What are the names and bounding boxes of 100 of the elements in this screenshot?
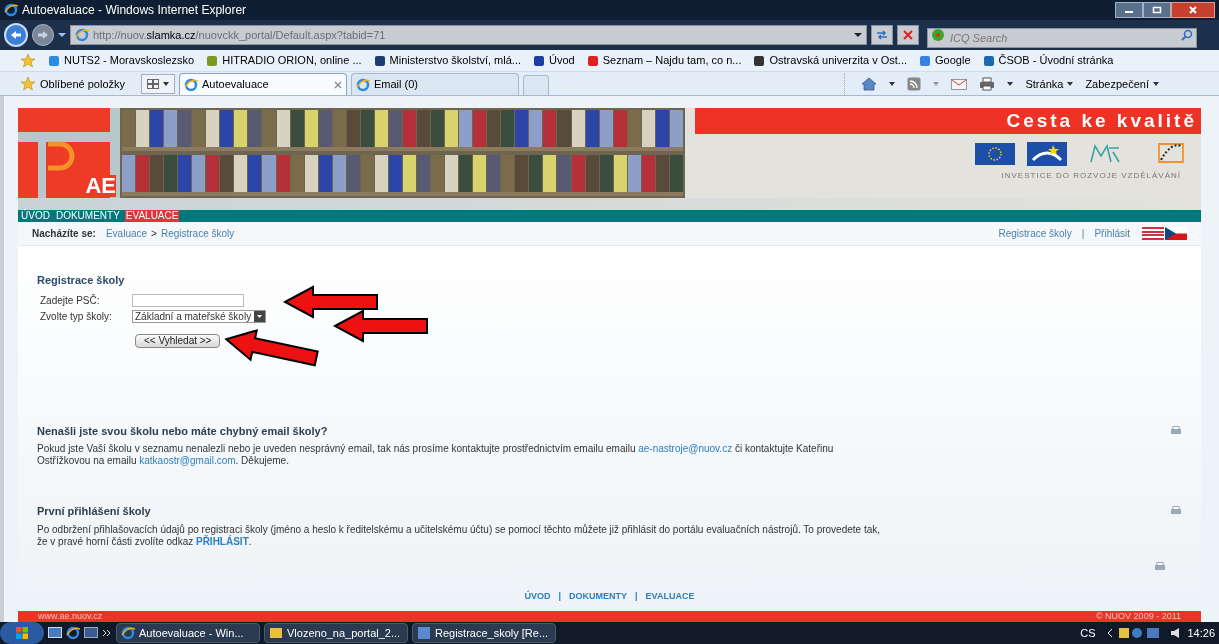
favorite-link[interactable]: HITRADIO ORION, online ... <box>206 52 362 69</box>
close-icon <box>334 80 342 89</box>
slogan-text: Cesta ke kvalitě <box>1006 108 1197 133</box>
favorite-link[interactable]: NUTS2 - Moravskoslezsko <box>48 52 195 69</box>
browser-icon <box>184 77 198 92</box>
printer-icon <box>1154 561 1166 572</box>
site-icon <box>373 54 386 67</box>
site-icon <box>919 54 932 67</box>
minimize-button[interactable] <box>1115 2 1143 18</box>
taskbar-button[interactable]: Vlozeno_na_portal_2... <box>264 623 408 643</box>
maximize-button[interactable] <box>1143 2 1171 18</box>
browser-tab[interactable]: Email (0) <box>351 73 519 95</box>
home-icon <box>861 77 878 91</box>
dropdown-caret-icon <box>58 32 66 38</box>
registration-link[interactable]: Registrace školy <box>998 226 1072 241</box>
command-menu[interactable]: Stránka <box>1025 75 1074 93</box>
browser-icon <box>121 626 135 640</box>
nav-link[interactable]: EVALUACE <box>124 210 180 222</box>
english-language-flag[interactable] <box>1142 227 1164 240</box>
caret-icon <box>1007 82 1014 86</box>
breadcrumb-link[interactable]: Registrace školy <box>160 226 235 241</box>
section-title: Nenašli jste svou školu nebo máte chybný email školy? <box>37 423 329 439</box>
quick-tabs-button[interactable] <box>141 74 175 94</box>
maximize-icon <box>1152 6 1162 14</box>
start-button[interactable] <box>0 622 44 644</box>
logo-text: AE <box>85 175 116 197</box>
dropdown-caret-icon <box>854 32 862 38</box>
mail-icon <box>951 78 968 90</box>
stop-icon <box>903 30 913 40</box>
speaker-icon <box>1171 628 1180 638</box>
forward-button[interactable] <box>32 24 54 46</box>
czech-language-flag[interactable] <box>1165 227 1187 240</box>
field-label: Zvolte typ školy: <box>40 310 113 324</box>
flower-icon <box>931 28 945 42</box>
footer-link[interactable]: ÚVOD <box>524 589 551 603</box>
search-field[interactable]: ICQ Search <box>927 28 1197 48</box>
eu-flag-icon <box>975 143 1015 165</box>
favorite-link[interactable]: Google <box>919 52 971 69</box>
site-icon <box>753 54 766 67</box>
search-icon <box>1181 29 1193 41</box>
chevron-icon <box>102 629 112 637</box>
taskbar-button[interactable]: Autoevaluace - Win... <box>116 623 260 643</box>
copyright-text: © NUOV 2009 - 2011 <box>1096 609 1181 622</box>
footer-link[interactable]: EVALUACE <box>645 589 695 603</box>
language-indicator: CS <box>1080 625 1096 641</box>
refresh-button[interactable] <box>871 25 893 45</box>
login-link[interactable]: PŘIHLÁSIT <box>195 535 249 547</box>
printer-icon <box>1170 506 1182 517</box>
site-icon <box>982 54 995 67</box>
windows-logo-icon <box>15 626 29 640</box>
breadcrumb-link[interactable]: Evaluace <box>105 226 148 241</box>
form-title: Registrace školy <box>37 273 126 288</box>
favorite-link[interactable]: Ministerstvo školství, mlá... <box>373 52 521 69</box>
email-link[interactable]: katkaostr@gmail.com <box>139 455 236 466</box>
desktop-icon <box>48 627 62 639</box>
favorite-link[interactable]: Seznam – Najdu tam, co n... <box>586 52 742 69</box>
forward-arrow-icon <box>37 30 49 40</box>
favorite-link[interactable]: ČSOB - Úvodní stránka <box>982 52 1114 69</box>
browser-icon <box>356 77 370 92</box>
stop-button[interactable] <box>897 25 919 45</box>
link-separator: | <box>635 589 638 603</box>
browser-icon <box>4 3 18 17</box>
url-text: http://nuov.slamka.cz/nuovckk_portal/Default.aspx?tabid=71 <box>93 27 386 43</box>
window-title: Autoevaluace - Windows Internet Explorer <box>22 2 247 19</box>
breadcrumb-label: Nacházíte se: <box>32 227 96 241</box>
favorite-link[interactable]: Ostravská univerzita v Ost... <box>753 52 908 69</box>
back-arrow-icon <box>10 30 22 40</box>
favorites-button[interactable]: Oblíbené položky <box>20 73 137 95</box>
link-separator: | <box>1081 227 1085 241</box>
postal-code-field[interactable] <box>132 294 244 307</box>
nav-link[interactable]: ÚVOD <box>20 210 51 222</box>
school-type-dropdown[interactable]: Základní a mateřské školy <box>132 310 267 323</box>
back-button[interactable] <box>4 23 28 47</box>
section-title: První přihlášení školy <box>37 504 152 519</box>
browser-tab[interactable]: Autoevaluace <box>179 73 347 95</box>
login-link[interactable]: Přihlásit <box>1094 226 1130 241</box>
nav-link[interactable]: DOKUMENTY <box>54 210 121 222</box>
address-field[interactable]: http://nuov.slamka.cz/nuovckk_portal/Default.aspx?tabid=71 <box>70 25 867 45</box>
command-menu[interactable]: Zabezpečení <box>1085 75 1159 93</box>
taskbar-button[interactable]: Registrace_skoly [Re... <box>412 623 556 643</box>
caret-icon <box>1153 82 1159 86</box>
document-icon <box>417 626 431 640</box>
caret-icon <box>1067 82 1074 86</box>
search-button[interactable]: << Vyhledat >> <box>135 333 221 348</box>
link-separator: | <box>558 589 562 603</box>
feed-icon <box>907 77 922 91</box>
email-link[interactable]: ae-nastroje@nuov.cz <box>638 443 733 454</box>
close-button[interactable] <box>1171 2 1215 18</box>
site-icon <box>206 54 219 67</box>
close-icon <box>1188 5 1198 15</box>
printer-icon <box>979 77 996 91</box>
footer-link[interactable]: DOKUMENTY <box>569 589 628 603</box>
favorite-link[interactable]: Úvod <box>533 52 575 69</box>
sponsor-caption: INVESTICE DO ROZVOJE VZDĚLÁVÁNÍ <box>1001 170 1182 182</box>
folder-icon <box>269 626 283 640</box>
refresh-icon <box>876 30 888 40</box>
caret-icon <box>933 82 940 86</box>
favorites-star-icon <box>20 52 36 69</box>
window-switch-icon <box>84 627 98 639</box>
footer-url: www.ae.nuov.cz <box>38 609 103 622</box>
